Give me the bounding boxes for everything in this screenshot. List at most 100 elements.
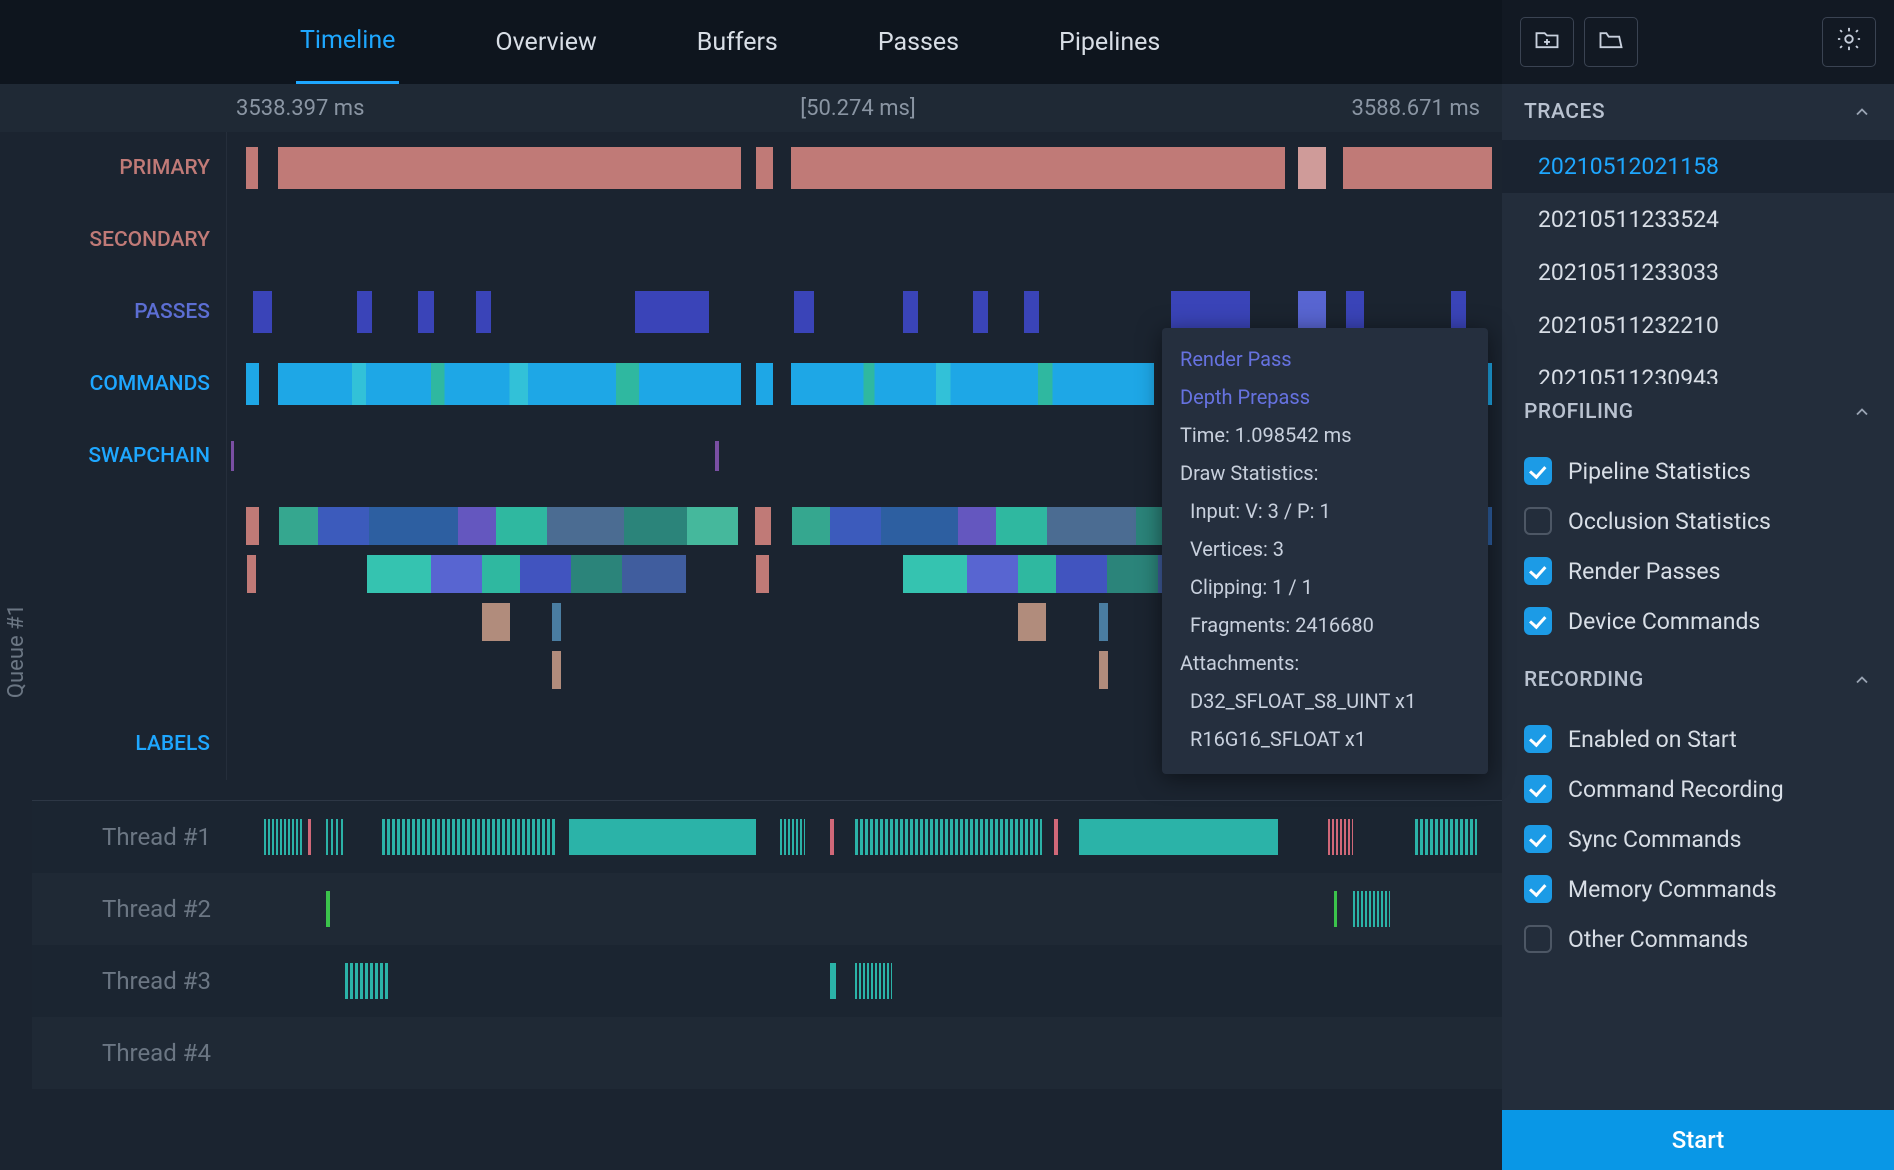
label-bar[interactable] [1047, 507, 1136, 545]
label-bar[interactable] [756, 555, 769, 593]
command-bar[interactable] [246, 363, 259, 405]
label-bar[interactable] [547, 507, 624, 545]
option-render-passes[interactable]: Render Passes [1502, 546, 1894, 596]
thread-event[interactable] [1415, 819, 1477, 855]
section-head-traces[interactable]: TRACES [1502, 84, 1894, 140]
thread-event[interactable] [1079, 819, 1278, 855]
thread-content[interactable] [258, 1017, 1502, 1089]
option-other-commands[interactable]: Other Commands [1502, 914, 1894, 964]
label-bar[interactable] [958, 507, 996, 545]
command-bar[interactable] [791, 363, 1154, 405]
time-ruler[interactable]: 3538.397 ms [50.274 ms] 3588.671 ms [0, 84, 1502, 132]
thread-row[interactable]: Thread #3 [32, 945, 1502, 1017]
thread-event[interactable] [1054, 819, 1058, 855]
label-bar[interactable] [967, 555, 1018, 593]
thread-event[interactable] [326, 891, 329, 927]
label-bar[interactable] [996, 507, 1047, 545]
row-commands[interactable]: Render Pass Depth Prepass Time: 1.098542… [226, 348, 1502, 420]
trace-item[interactable]: 20210511232210 [1502, 299, 1894, 352]
thread-event[interactable] [326, 819, 345, 855]
label-bar[interactable] [1107, 555, 1158, 593]
pass-bar[interactable] [418, 291, 433, 333]
pass-bar[interactable] [635, 291, 709, 333]
tab-buffers[interactable]: Buffers [693, 2, 782, 83]
pass-bar[interactable] [1024, 291, 1039, 333]
label-bar[interactable] [520, 555, 571, 593]
label-bar[interactable] [687, 507, 738, 545]
label-bar[interactable] [367, 555, 431, 593]
label-bar[interactable] [1099, 651, 1108, 689]
primary-bar[interactable] [756, 147, 773, 189]
label-bar[interactable] [1056, 555, 1107, 593]
thread-event[interactable] [780, 819, 805, 855]
thread-event[interactable] [1334, 891, 1337, 927]
trace-item[interactable]: 20210511233524 [1502, 193, 1894, 246]
checkbox[interactable] [1524, 457, 1552, 485]
swapchain-bar[interactable] [231, 441, 234, 471]
primary-bar[interactable] [1298, 147, 1326, 189]
start-button[interactable]: Start [1502, 1110, 1894, 1170]
pass-bar[interactable] [903, 291, 918, 333]
checkbox[interactable] [1524, 875, 1552, 903]
label-bar[interactable] [624, 507, 688, 545]
checkbox[interactable] [1524, 607, 1552, 635]
tab-passes[interactable]: Passes [874, 2, 963, 83]
pass-bar[interactable] [1171, 291, 1250, 333]
checkbox[interactable] [1524, 557, 1552, 585]
primary-bar[interactable] [246, 147, 257, 189]
thread-event[interactable] [830, 963, 836, 999]
option-pipeline-statistics[interactable]: Pipeline Statistics [1502, 446, 1894, 496]
row-primary[interactable] [226, 132, 1502, 204]
pass-bar[interactable] [1451, 291, 1466, 333]
pass-bar[interactable] [476, 291, 491, 333]
checkbox[interactable] [1524, 507, 1552, 535]
row-secondary[interactable] [226, 204, 1502, 276]
label-bar[interactable] [1018, 555, 1056, 593]
thread-event[interactable] [382, 819, 556, 855]
label-bar[interactable] [830, 507, 881, 545]
thread-event[interactable] [855, 963, 892, 999]
trace-item[interactable]: 20210512021158 [1502, 140, 1894, 193]
trace-item[interactable]: 20210511233033 [1502, 246, 1894, 299]
timeline-area[interactable]: Queue #1 PRIMARY SECONDARY PASSES COMMAN… [0, 132, 1502, 1170]
pass-bar[interactable] [1298, 291, 1326, 333]
thread-event[interactable] [855, 819, 1042, 855]
label-bar[interactable] [482, 555, 520, 593]
pass-bar[interactable] [357, 291, 372, 333]
tab-timeline[interactable]: Timeline [296, 0, 399, 84]
pass-bar[interactable] [253, 291, 272, 333]
label-bar[interactable] [247, 555, 256, 593]
tab-pipelines[interactable]: Pipelines [1055, 2, 1164, 83]
option-command-recording[interactable]: Command Recording [1502, 764, 1894, 814]
option-memory-commands[interactable]: Memory Commands [1502, 864, 1894, 914]
thread-event[interactable] [308, 819, 312, 855]
label-bar[interactable] [496, 507, 547, 545]
command-bar[interactable] [278, 363, 741, 405]
thread-content[interactable] [258, 873, 1502, 945]
label-bar[interactable] [903, 555, 967, 593]
section-head-recording[interactable]: RECORDING [1502, 652, 1894, 708]
thread-row[interactable]: Thread #1 [32, 801, 1502, 873]
checkbox[interactable] [1524, 925, 1552, 953]
label-bar[interactable] [246, 507, 259, 545]
track-content[interactable]: Render Pass Depth Prepass Time: 1.098542… [226, 132, 1502, 800]
label-bar[interactable] [571, 555, 622, 593]
label-bar[interactable] [792, 507, 830, 545]
checkbox[interactable] [1524, 725, 1552, 753]
thread-content[interactable] [258, 801, 1502, 873]
checkbox[interactable] [1524, 775, 1552, 803]
label-bar[interactable] [1018, 603, 1046, 641]
label-bar[interactable] [881, 507, 958, 545]
option-sync-commands[interactable]: Sync Commands [1502, 814, 1894, 864]
swapchain-bar[interactable] [715, 441, 718, 471]
command-bar[interactable] [756, 363, 773, 405]
label-bar[interactable] [552, 603, 561, 641]
trace-item[interactable]: 20210511230943 [1502, 352, 1894, 384]
label-bar[interactable] [369, 507, 458, 545]
thread-event[interactable] [569, 819, 756, 855]
label-bar[interactable] [552, 651, 561, 689]
primary-bar[interactable] [791, 147, 1286, 189]
thread-row[interactable]: Thread #4 [32, 1017, 1502, 1089]
label-bar[interactable] [318, 507, 369, 545]
settings-button[interactable] [1822, 17, 1876, 67]
